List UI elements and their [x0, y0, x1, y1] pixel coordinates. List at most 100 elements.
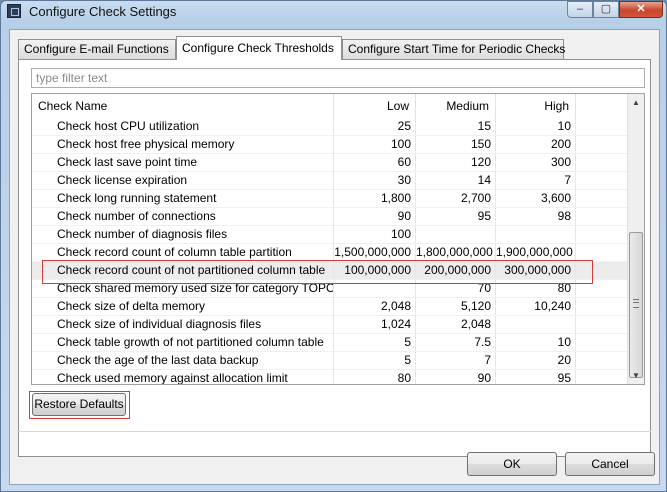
cell-check-name: Check used memory against allocation lim… [32, 370, 334, 384]
cell-high[interactable]: 10 [496, 334, 576, 351]
tab-periodic-start-time[interactable]: Configure Start Time for Periodic Checks [342, 39, 565, 59]
column-header-medium[interactable]: Medium [416, 94, 496, 118]
cell-check-name: Check last save point time [32, 154, 334, 171]
cell-medium[interactable]: 5,120 [416, 298, 496, 315]
cell-low[interactable]: 5 [334, 334, 416, 351]
cell-medium[interactable]: 95 [416, 208, 496, 225]
dialog-window: Configure Check Settings – ▢ ✕ Configure… [0, 0, 667, 492]
cell-low[interactable]: 80 [334, 370, 416, 384]
vertical-scrollbar[interactable]: ▲ ▼ [627, 94, 644, 384]
separator [17, 431, 651, 432]
cell-medium[interactable]: 1,800,000,000 [416, 244, 496, 261]
cell-high[interactable]: 1,900,000,000 [496, 244, 576, 261]
tab-email-functions[interactable]: Configure E-mail Functions [18, 39, 176, 59]
cell-medium[interactable] [416, 226, 496, 243]
cell-low[interactable]: 100 [334, 136, 416, 153]
scroll-down-icon[interactable]: ▼ [628, 367, 644, 384]
thresholds-table: Check Name Low Medium High Check host CP… [31, 93, 645, 385]
cell-high[interactable]: 20 [496, 352, 576, 369]
cell-high[interactable]: 300,000,000 [496, 262, 576, 279]
cell-low[interactable]: 30 [334, 172, 416, 189]
cell-medium[interactable]: 2,048 [416, 316, 496, 333]
maximize-button[interactable]: ▢ [593, 1, 619, 18]
table-row[interactable]: Check license expiration 30 14 7 [32, 172, 628, 190]
cell-low[interactable]: 1,024 [334, 316, 416, 333]
ok-button[interactable]: OK [467, 452, 557, 476]
cell-high[interactable]: 10,240 [496, 298, 576, 315]
table-row[interactable]: Check shared memory used size for catego… [32, 280, 628, 298]
table-row[interactable]: Check the age of the last data backup 5 7 2… [32, 352, 628, 370]
cell-check-name: Check number of diagnosis files [32, 226, 334, 243]
table-row[interactable]: Check record count of column table parti… [32, 244, 628, 262]
cell-high[interactable]: 80 [496, 280, 576, 297]
table-row[interactable]: Check record count of not partitioned co… [32, 262, 628, 280]
cancel-button[interactable]: Cancel [565, 452, 655, 476]
cell-medium[interactable]: 7.5 [416, 334, 496, 351]
cell-high[interactable]: 95 [496, 370, 576, 384]
cell-low[interactable]: 2,048 [334, 298, 416, 315]
cell-medium[interactable]: 70 [416, 280, 496, 297]
table-row[interactable]: Check long running statement 1,800 2,700 3,… [32, 190, 628, 208]
window-title: Configure Check Settings [29, 4, 177, 19]
grip-icon [633, 299, 639, 308]
cell-low[interactable]: 1,800 [334, 190, 416, 207]
cell-check-name: Check record count of not partitioned co… [32, 262, 334, 279]
cell-low[interactable]: 60 [334, 154, 416, 171]
column-header-low[interactable]: Low [334, 94, 416, 118]
cell-medium[interactable]: 150 [416, 136, 496, 153]
cell-check-name: Check size of delta memory [32, 298, 334, 315]
table-row[interactable]: Check table growth of not partitioned co… [32, 334, 628, 352]
cell-check-name: Check shared memory used size for catego… [32, 280, 334, 297]
cell-high[interactable]: 200 [496, 136, 576, 153]
cell-high[interactable] [496, 316, 576, 333]
table-row[interactable]: Check size of individual diagnosis files… [32, 316, 628, 334]
cell-low[interactable]: 100,000,000 [334, 262, 416, 279]
column-header-check-name[interactable]: Check Name [32, 94, 334, 118]
cell-low[interactable]: 5 [334, 352, 416, 369]
cell-check-name: Check host free physical memory [32, 136, 334, 153]
scroll-up-icon[interactable]: ▲ [628, 94, 644, 111]
cell-medium[interactable]: 120 [416, 154, 496, 171]
cell-high[interactable]: 10 [496, 118, 576, 135]
cell-check-name: Check long running statement [32, 190, 334, 207]
cell-check-name: Check record count of column table parti… [32, 244, 334, 261]
column-header-high[interactable]: High [496, 94, 576, 118]
cell-medium[interactable]: 90 [416, 370, 496, 384]
table-header: Check Name Low Medium High [32, 94, 628, 118]
minimize-button[interactable]: – [567, 1, 593, 18]
cell-high[interactable]: 3,600 [496, 190, 576, 207]
cell-medium[interactable]: 15 [416, 118, 496, 135]
cell-low[interactable]: 90 [334, 208, 416, 225]
cell-high[interactable]: 7 [496, 172, 576, 189]
cell-low[interactable] [334, 280, 416, 297]
table-row[interactable]: Check number of connections 90 95 98 [32, 208, 628, 226]
cell-medium[interactable]: 7 [416, 352, 496, 369]
table-row[interactable]: Check number of diagnosis files 100 [32, 226, 628, 244]
cell-medium[interactable]: 200,000,000 [416, 262, 496, 279]
table-row[interactable]: Check size of delta memory 2,048 5,120 10,2… [32, 298, 628, 316]
cell-check-name: Check table growth of not partitioned co… [32, 334, 334, 351]
cell-low[interactable]: 25 [334, 118, 416, 135]
table-row[interactable]: Check host free physical memory 100 150 200 [32, 136, 628, 154]
restore-defaults-button[interactable]: Restore Defaults [32, 393, 126, 416]
cell-high[interactable]: 300 [496, 154, 576, 171]
table-row[interactable]: Check host CPU utilization 25 15 10 [32, 118, 628, 136]
cell-low[interactable]: 1,500,000,000 [334, 244, 416, 261]
table-row[interactable]: Check used memory against allocation lim… [32, 370, 628, 384]
tab-check-thresholds[interactable]: Configure Check Thresholds [176, 36, 342, 60]
cell-medium[interactable]: 2,700 [416, 190, 496, 207]
filter-input[interactable] [32, 69, 644, 87]
app-icon [7, 4, 21, 18]
cell-check-name: Check number of connections [32, 208, 334, 225]
scrollbar-thumb[interactable] [629, 232, 643, 378]
cell-medium[interactable]: 14 [416, 172, 496, 189]
title-bar[interactable]: Configure Check Settings – ▢ ✕ [1, 1, 666, 23]
cell-high[interactable]: 98 [496, 208, 576, 225]
table-row[interactable]: Check last save point time 60 120 300 [32, 154, 628, 172]
cell-low[interactable]: 100 [334, 226, 416, 243]
filter-field[interactable] [31, 68, 645, 88]
close-button[interactable]: ✕ [619, 1, 663, 18]
cell-high[interactable] [496, 226, 576, 243]
cell-check-name: Check host CPU utilization [32, 118, 334, 135]
cell-check-name: Check the age of the last data backup [32, 352, 334, 369]
